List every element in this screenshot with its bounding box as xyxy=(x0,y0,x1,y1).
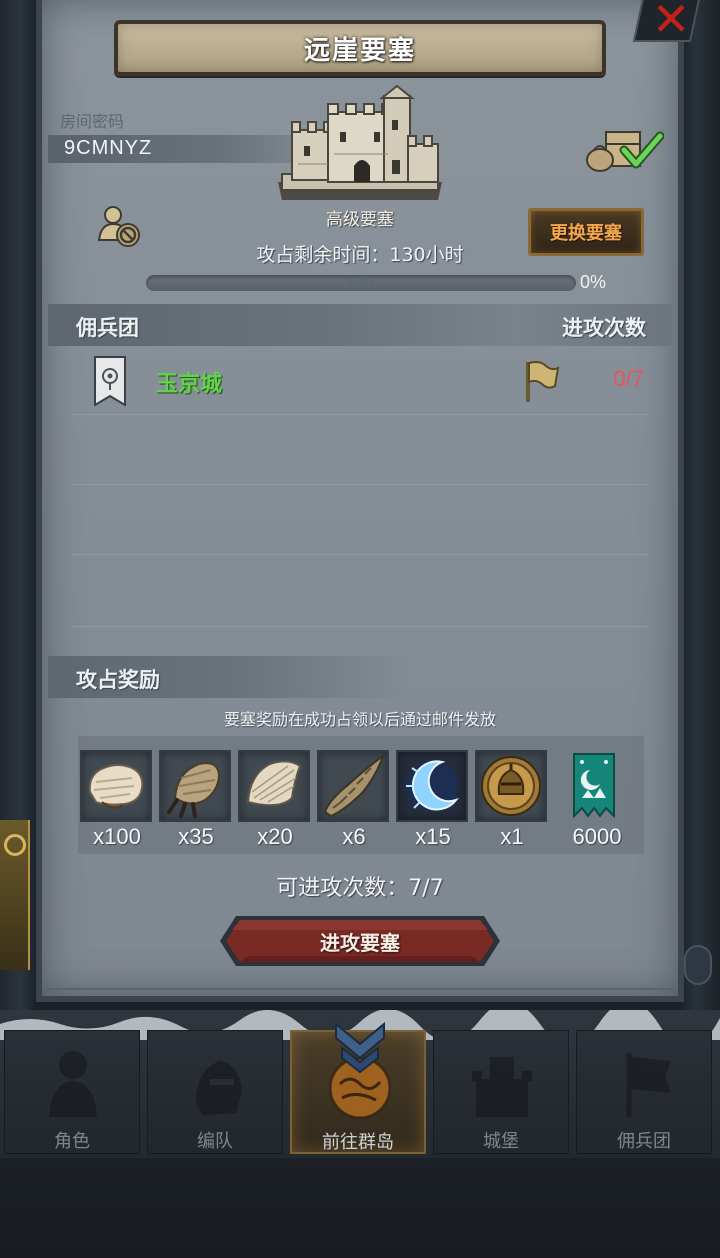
attack-fortress-button[interactable]: 进攻要塞 xyxy=(218,914,502,968)
title-banner: 远崖要塞 xyxy=(114,20,606,76)
reward-item[interactable]: x15 xyxy=(396,750,470,850)
flag-icon xyxy=(526,361,560,402)
guild-name: 玉京城 xyxy=(156,372,223,397)
time-remaining: 攻占剩余时间：130小时 xyxy=(256,244,464,266)
page-title: 远崖要塞 xyxy=(303,35,416,66)
room-code-value[interactable]: 9CMNYZ xyxy=(64,137,152,160)
reward-item[interactable]: x35 xyxy=(159,750,233,850)
bottom-floor xyxy=(0,1158,720,1258)
nav-label: 城堡 xyxy=(483,1131,519,1152)
remaining-attempts: 可进攻次数：7/7 xyxy=(276,876,444,901)
reward-item[interactable]: x100 xyxy=(80,750,154,850)
attack-count-header: 进攻次数 xyxy=(562,316,646,340)
reward-quantity: x1 xyxy=(500,824,524,849)
row-divider xyxy=(72,626,648,627)
side-button[interactable] xyxy=(684,945,712,985)
reward-item[interactable]: x20 xyxy=(238,750,312,850)
row-divider xyxy=(72,414,648,415)
close-x-icon: ✕ xyxy=(651,0,691,46)
nav-label: 编队 xyxy=(197,1131,233,1152)
nav-item-character[interactable]: 角色 xyxy=(4,1030,140,1154)
reward-note: 要塞奖励在成功占领以后通过邮件发放 xyxy=(223,710,496,729)
nav-label: 前往群岛 xyxy=(322,1132,394,1153)
room-code-label: 房间密码 xyxy=(60,112,125,131)
progress-percent: 0% xyxy=(580,272,607,292)
reward-item[interactable]: x6 xyxy=(317,750,391,850)
castle-icon xyxy=(472,1057,532,1117)
knight-medal-icon xyxy=(481,756,541,816)
reward-quantity: 6000 xyxy=(572,824,622,849)
crescent-moon-icon xyxy=(406,760,459,812)
nav-item-mercenary[interactable]: 佣兵团 xyxy=(576,1030,712,1154)
nav-label: 角色 xyxy=(54,1131,90,1152)
row-divider xyxy=(72,554,648,555)
mercenary-icon xyxy=(626,1053,671,1117)
nav-label: 佣兵团 xyxy=(617,1131,671,1152)
nav-item-castle[interactable]: 城堡 xyxy=(433,1030,569,1154)
active-nav-chevron-icon xyxy=(335,1021,385,1074)
reward-quantity: x6 xyxy=(342,824,366,849)
reward-quantity: x35 xyxy=(178,824,214,849)
fur-pelt-icon xyxy=(88,764,144,809)
beast-claw-icon xyxy=(167,762,221,818)
magnifier-icon xyxy=(4,834,26,856)
formation-icon xyxy=(196,1061,242,1115)
mercenary-section-header: 佣兵团 进攻次数 xyxy=(48,304,672,346)
reward-section-header: 攻占奖励 xyxy=(48,656,408,698)
reward-quantity: x100 xyxy=(93,824,141,849)
progress-count: 0/0 xyxy=(349,273,373,292)
fortress-castle-icon xyxy=(278,84,442,200)
guild-banner-icon xyxy=(573,753,615,818)
character-icon xyxy=(49,1051,97,1117)
row-divider xyxy=(72,484,648,485)
right-background xyxy=(680,0,720,1010)
horn-icon xyxy=(323,753,385,818)
attack-fortress-label: 进攻要塞 xyxy=(320,931,400,955)
loot-check-icon[interactable] xyxy=(584,126,664,174)
close-button[interactable]: ✕ xyxy=(632,0,702,46)
reward-quantity: x15 xyxy=(415,824,451,849)
guild-attack-count: 0/7 xyxy=(613,366,644,391)
fin-scale-icon xyxy=(246,760,302,807)
nav-item-formation[interactable]: 编队 xyxy=(147,1030,283,1154)
reward-item[interactable]: x1 xyxy=(475,750,549,850)
reward-header-label: 攻占奖励 xyxy=(76,668,160,692)
reward-item[interactable]: 6000 xyxy=(560,750,634,850)
reward-quantity: x20 xyxy=(257,824,293,849)
mercenary-header-label: 佣兵团 xyxy=(76,316,139,340)
table-row[interactable]: 玉京城 0/7 xyxy=(48,346,672,414)
guild-banner-icon xyxy=(94,356,126,406)
